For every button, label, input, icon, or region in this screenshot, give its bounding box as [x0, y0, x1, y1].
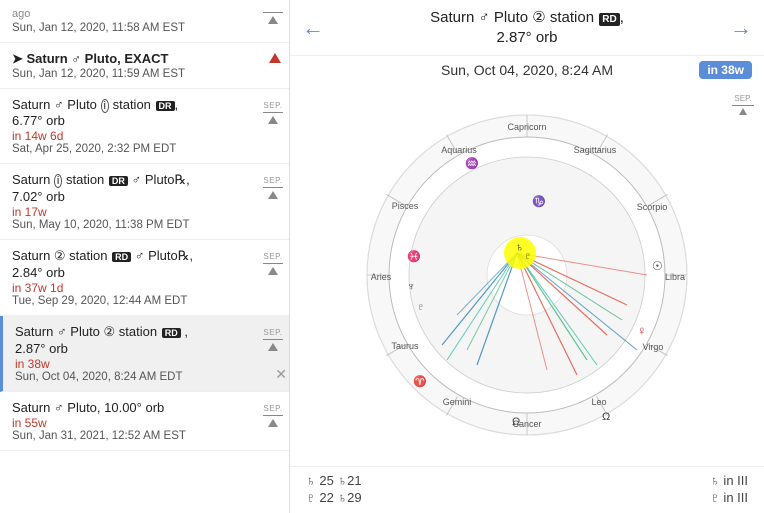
- event-date-5: Sun, Oct 04, 2020, 8:24 AM EDT: [15, 371, 237, 383]
- event-date-4: Tue, Sep 29, 2020, 12:44 AM EDT: [12, 295, 237, 307]
- svg-text:Aquarius: Aquarius: [441, 145, 477, 155]
- sep-block-4: SEP.: [263, 252, 283, 276]
- bottom-saturn-pos: ♄ 25 ♄21: [306, 473, 362, 488]
- svg-text:Libra: Libra: [665, 272, 685, 282]
- event-date-2: Sat, Apr 25, 2020, 2:32 PM EDT: [12, 143, 237, 155]
- svg-text:♇: ♇: [417, 302, 425, 313]
- chart-date: Sun, Oct 04, 2020, 8:24 AM: [441, 62, 613, 78]
- svg-text:☉: ☉: [652, 259, 663, 273]
- svg-text:Sagittarius: Sagittarius: [574, 145, 617, 155]
- nav-left-button[interactable]: ←: [294, 11, 332, 45]
- chart-header: ← Saturn ♂ Pluto ② station RD, 2.87° orb…: [290, 0, 764, 56]
- date-row: Sun, Oct 04, 2020, 8:24 AM in 38w: [290, 56, 764, 84]
- svg-text:♀: ♀: [637, 323, 647, 338]
- event-date-6: Sun, Jan 31, 2021, 12:52 AM EST: [12, 430, 237, 442]
- bottom-saturn-house: ♄ in III: [710, 473, 748, 488]
- badge-2: in 14w 6d: [12, 129, 237, 143]
- sep-line: [263, 12, 283, 13]
- event-title-6: Saturn ♂ Pluto, 10.00° orb: [12, 400, 237, 415]
- sep-indicator: SEP.: [732, 94, 754, 115]
- event-title-2: Saturn ♂ Pluto i station DR,: [12, 97, 237, 112]
- triangle-up-icon: [268, 419, 278, 427]
- list-item-4[interactable]: Saturn ② station RD ♂ Pluto℞, 2.84° orb …: [0, 240, 289, 316]
- triangle-up-icon: [268, 16, 278, 24]
- time-badge: in 38w: [699, 61, 752, 79]
- svg-text:♈: ♈: [413, 375, 427, 388]
- list-item-5[interactable]: Saturn ♂ Pluto ② station RD , 2.87° orb …: [0, 316, 289, 392]
- badge-6: in 55w: [12, 416, 237, 430]
- triangle-up-icon: [268, 267, 278, 275]
- event-orb-4: 2.84° orb: [12, 265, 237, 280]
- chart-title: Saturn ♂ Pluto ② station RD, 2.87° orb: [330, 8, 724, 47]
- svg-text:Aries: Aries: [371, 272, 392, 282]
- event-orb-3: 7.02° orb: [12, 189, 237, 204]
- sep-block-5: SEP.: [263, 328, 283, 352]
- event-orb-5: 2.87° orb: [15, 341, 237, 356]
- svg-text:Scorpio: Scorpio: [637, 202, 668, 212]
- svg-text:♇: ♇: [524, 251, 532, 262]
- bottom-right-col: ♄ in III ♇ in III: [710, 473, 748, 505]
- svg-text:Gemini: Gemini: [443, 397, 472, 407]
- list-item-3[interactable]: Saturn i station DR ♂ Pluto℞, 7.02° orb …: [0, 164, 289, 240]
- triangle-up-icon: [268, 116, 278, 124]
- svg-text:♒: ♒: [465, 157, 479, 170]
- event-title-3: Saturn i station DR ♂ Pluto℞,: [12, 172, 237, 188]
- event-date-ago: ago: [12, 8, 239, 20]
- zodiac-wheel: Capricorn Sagittarius Scorpio Libra Virg…: [357, 105, 697, 445]
- event-list: ago Sun, Jan 12, 2020, 11:58 AM EST ➤ Sa…: [0, 0, 290, 513]
- event-orb-2: 6.77° orb: [12, 113, 237, 128]
- sep-block-2: SEP.: [263, 101, 283, 125]
- list-item-6[interactable]: Saturn ♂ Pluto, 10.00° orb in 55w Sun, J…: [0, 392, 289, 451]
- svg-text:♄: ♄: [515, 240, 524, 254]
- svg-text:Ω: Ω: [602, 411, 610, 423]
- sep-block-6: SEP.: [263, 404, 283, 428]
- svg-text:Taurus: Taurus: [391, 341, 419, 351]
- triangle-up-icon: [268, 191, 278, 199]
- svg-text:♆: ♆: [407, 281, 415, 293]
- svg-text:Capricorn: Capricorn: [507, 122, 546, 132]
- bottom-info: ♄ 25 ♄21 ♇ 22 ♄29 ♄ in III ♇ in III: [290, 466, 764, 513]
- bottom-pluto-pos: ♇ 22 ♄29: [306, 490, 362, 505]
- bottom-pluto-house: ♇ in III: [710, 490, 748, 505]
- list-item-2[interactable]: Saturn ♂ Pluto i station DR, 6.77° orb i…: [0, 89, 289, 164]
- event-title-5: Saturn ♂ Pluto ② station RD ,: [15, 324, 237, 340]
- svg-text:Leo: Leo: [591, 397, 606, 407]
- svg-text:Ω: Ω: [512, 416, 520, 428]
- close-icon[interactable]: ✕: [275, 366, 287, 383]
- svg-text:Virgo: Virgo: [643, 342, 664, 352]
- triangle-up-icon: [268, 343, 278, 351]
- bottom-left-col: ♄ 25 ♄21 ♇ 22 ♄29: [306, 473, 362, 505]
- sep-block: [263, 12, 283, 25]
- sep-block-3: SEP.: [263, 176, 283, 200]
- list-item[interactable]: ago Sun, Jan 12, 2020, 11:58 AM EST: [0, 0, 289, 43]
- event-date-exact: Sun, Jan 12, 2020, 11:59 AM EST: [12, 68, 249, 80]
- svg-text:Pisces: Pisces: [392, 201, 419, 211]
- event-title-4: Saturn ② station RD ♂ Pluto℞,: [12, 248, 237, 264]
- badge-5: in 38w: [15, 357, 237, 371]
- list-item-exact[interactable]: ➤ Saturn ♂ Pluto, EXACT Sun, Jan 12, 202…: [0, 43, 289, 89]
- svg-text:♑: ♑: [532, 195, 546, 208]
- chart-panel: ← Saturn ♂ Pluto ② station RD, 2.87° orb…: [290, 0, 764, 513]
- chart-area: SEP.: [290, 84, 764, 466]
- event-title-exact: ➤ Saturn ♂ Pluto, EXACT: [12, 51, 249, 67]
- nav-right-button[interactable]: →: [722, 11, 760, 45]
- badge-3: in 17w: [12, 205, 237, 219]
- event-date-3: Sun, May 10, 2020, 11:38 PM EDT: [12, 219, 237, 231]
- badge-4: in 37w 1d: [12, 281, 237, 295]
- event-date: Sun, Jan 12, 2020, 11:58 AM EST: [12, 22, 239, 34]
- svg-text:♓: ♓: [407, 250, 421, 263]
- red-triangle-icon: [269, 53, 281, 63]
